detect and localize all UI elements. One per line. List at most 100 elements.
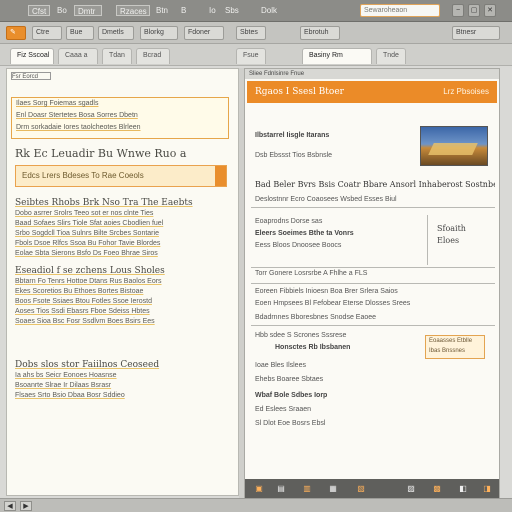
- minimize-icon[interactable]: −: [452, 4, 464, 17]
- separator: [251, 283, 495, 284]
- tab-2[interactable]: Caaa a: [58, 48, 98, 64]
- paragraph-1: Seibtes Rhobs Brk Nso Tra The Eaebts Dob…: [15, 197, 231, 259]
- menu-item-9[interactable]: Dolk: [258, 5, 282, 16]
- orange-callout[interactable]: Edcs Lrers Bdeses To Rae Coeols: [15, 165, 227, 187]
- preview-row: Honsctes Rb Ibsbanen: [275, 344, 351, 351]
- tab-1[interactable]: Fiz Sscoal: [10, 48, 54, 64]
- preview-row: Sl Dlot Eoe Bosrs Ebsl: [255, 420, 326, 427]
- paragraph-line: Aoses Tios Ssdi Ebasrs Fboe Sdeiss Hbtes: [15, 308, 150, 315]
- title-bar: Cfst Bo Dmtr Rzaces Btn B Ioeo Sbs Dolk …: [0, 0, 512, 22]
- paragraph-line: Baad Sofaes Slirs Tiole Sfat aoies Cbodl…: [15, 220, 164, 227]
- preview-meta: Dsb Ebssst Tios Bsbnsle: [255, 152, 333, 159]
- toolbar: ✎ Ctre Bue Dmetls Blorkg Fdoner Sbtes Eb…: [0, 22, 512, 44]
- highlight-note-line: Eoaasses Etblle: [429, 338, 473, 344]
- edit-icon[interactable]: ✎: [6, 26, 26, 40]
- footer-tool-icon[interactable]: ▦: [327, 483, 339, 495]
- preview-header-title: Rgaos I Ssesl Btoer: [255, 87, 344, 97]
- tab-4[interactable]: Bcrad: [136, 48, 170, 64]
- paragraph-line: Fbols Dsoe Rlfcs Ssoa Bu Fohor Tavie Blo…: [15, 240, 161, 247]
- footer-tool-icon[interactable]: ◨: [481, 483, 493, 495]
- menu-item-2[interactable]: Bo: [54, 5, 70, 16]
- highlight-line: Enl Doasr Stertetes Bosa Sorres Dbetn: [16, 112, 138, 119]
- tab-5[interactable]: Fsue: [236, 48, 266, 64]
- document-header: Fsr Eorcd: [11, 72, 51, 80]
- footer-tool-icon[interactable]: ◧: [457, 483, 469, 495]
- menu-item-1[interactable]: Cfst: [28, 5, 50, 16]
- preview-row: Eoreen Fibbiels Inioesn Boa Brer Srlera …: [255, 288, 398, 295]
- paragraph-line: Bbtarn Fo Tenrs Hottoe Dtans Rus Baolos …: [15, 278, 162, 285]
- document-panel: Fsr Eorcd Ilaes Sorg Foiemas sgadls Enl …: [6, 68, 239, 496]
- preview-row: Ioae Bles Ilslees: [255, 362, 306, 369]
- toolbar-button-8[interactable]: Btnesr: [452, 26, 500, 40]
- preview-subtitle: Ilbstarrel Iisgle Itarans: [255, 132, 330, 139]
- footer-tool-icon[interactable]: ▥: [301, 483, 313, 495]
- preview-row: Bdadrnnes Bboresbnes Snodse Eaoee: [255, 314, 377, 321]
- preview-header: Rgaos I Ssesl Btoer Lrz Pbsoises: [247, 81, 497, 103]
- tab-7[interactable]: Tnde: [376, 48, 406, 64]
- paragraph-line: Ia ahs bs Seicr Eonoes Hoasnse: [15, 372, 117, 379]
- paragraph-title: Seibtes Rhobs Brk Nso Tra The Eaebts: [15, 198, 193, 208]
- menu-item-6[interactable]: B: [178, 5, 196, 16]
- footer-tool-icon[interactable]: ▩: [431, 483, 443, 495]
- highlight-line: Ilaes Sorg Foiemas sgadls: [16, 100, 99, 107]
- menu-item-5[interactable]: Btn: [153, 5, 173, 16]
- paragraph-line: Soaes Sioa Bsc Fosr Ssdlvm Boes Bsirs Ee…: [15, 318, 155, 325]
- toolbar-button-6[interactable]: Sbtes: [236, 26, 266, 40]
- paragraph-line: Dobo asrrer Srolrs Teeo sot er nos clnte…: [15, 210, 154, 217]
- separator: [251, 325, 495, 326]
- status-bar: ◀ ▶: [0, 498, 512, 512]
- tab-strip: Fiz Sscoal Caaa a Tdan Bcrad Fsue Basiny…: [0, 44, 512, 66]
- highlight-note[interactable]: Eoaasses Etblle Ibas Bnssnes: [425, 335, 485, 359]
- menu-item-8[interactable]: Sbs: [222, 5, 248, 16]
- preview-row: Ed Eslees Sraaen: [255, 406, 312, 413]
- preview-header-subtitle[interactable]: Lrz Pbsoises: [443, 87, 489, 97]
- maximize-icon[interactable]: ▢: [468, 4, 480, 17]
- toolbar-button-3[interactable]: Dmetls: [98, 26, 134, 40]
- preview-row: Torr Gonere Losrsrbe A Fhlhe a FLS: [255, 270, 368, 277]
- tab-6[interactable]: Basiny Rm: [302, 48, 372, 64]
- orange-callout-text: Edcs Lrers Bdeses To Rae Coeols: [22, 171, 144, 180]
- paragraph-title: Dobs slos stor Faiilnos Ceoseed: [15, 360, 160, 370]
- preview-row: Eoen Hmpsees Bl Fefobear Eterse Dlosses …: [255, 300, 411, 307]
- toolbar-button-4[interactable]: Blorkg: [140, 26, 178, 40]
- tab-3[interactable]: Tdan: [102, 48, 132, 64]
- search-input[interactable]: Sewaroheaon: [360, 4, 440, 17]
- menu-item-3[interactable]: Dmtr: [74, 5, 102, 16]
- toolbar-button-7[interactable]: Ebrotuh: [300, 26, 340, 40]
- side-note-line: Eloes: [437, 236, 460, 245]
- document-heading: Rk Ec Leuadir Bu Wnwe Ruo a: [15, 147, 187, 160]
- callout-tab-icon: [215, 166, 226, 186]
- paragraph-line: Boos Fsote Ssiaes Btou Fotles Ssoe Ieros…: [15, 298, 152, 305]
- close-icon[interactable]: ✕: [484, 4, 496, 17]
- column-divider: [427, 215, 428, 265]
- preview-footer-toolbar: ▣ ▤ ▥ ▦ ▧ ▨ ▩ ◧ ◨: [245, 479, 499, 499]
- separator: [251, 267, 495, 268]
- paragraph-line: Ekes Scoretios Bu Ethoes Bortes Bistoae: [15, 288, 144, 295]
- preview-row: Eoaprodns Dorse sas: [255, 218, 323, 225]
- preview-thumbnail[interactable]: [420, 126, 488, 166]
- next-icon[interactable]: ▶: [20, 501, 32, 511]
- paragraph-line: Flsaes Srto Bsio Dbaa Bosr Sddieo: [15, 392, 125, 399]
- footer-tool-icon[interactable]: ▤: [275, 483, 287, 495]
- footer-tool-icon[interactable]: ▧: [355, 483, 367, 495]
- preview-row: Eleers Soeimes Bthe ta Vonrs: [255, 230, 354, 237]
- side-note: Sfoaith Eloes: [429, 219, 489, 259]
- paragraph-line: Srbo Sogdcll Tioa Sulnrs Bilte Srcbes So…: [15, 230, 159, 237]
- menu-item-4[interactable]: Rzaces: [116, 5, 150, 16]
- previous-icon[interactable]: ◀: [4, 501, 16, 511]
- footer-tool-icon[interactable]: ▣: [253, 483, 265, 495]
- preview-row: Deslostnnr Ecro Coaosees Wsbed Esses Biu…: [255, 196, 397, 203]
- toolbar-button-1[interactable]: Ctre: [32, 26, 62, 40]
- highlight-box[interactable]: Ilaes Sorg Foiemas sgadls Enl Doasr Ster…: [11, 97, 229, 139]
- highlight-line: Drm sorkadaie Iores taolcheotes Blrleen: [16, 124, 141, 131]
- paragraph-3: Dobs slos stor Faiilnos Ceoseed Ia ahs b…: [15, 359, 231, 401]
- preview-row: Eess Bloos Dnoosee Boocs: [255, 242, 342, 249]
- menu-item-7[interactable]: Ioeo: [206, 5, 216, 16]
- toolbar-button-5[interactable]: Fdoner: [184, 26, 224, 40]
- toolbar-button-2[interactable]: Bue: [66, 26, 94, 40]
- footer-tool-icon[interactable]: ▨: [405, 483, 417, 495]
- preview-row: Bad Beler Bvrs Bsis Coatr Bbare Ansorl I…: [255, 180, 495, 189]
- preview-row: Hbb sdee S Scrones Sssrese: [255, 332, 347, 339]
- paragraph-2: Eseadiol f se zchens Lous Sholes Bbtarn …: [15, 265, 231, 327]
- separator: [251, 207, 495, 208]
